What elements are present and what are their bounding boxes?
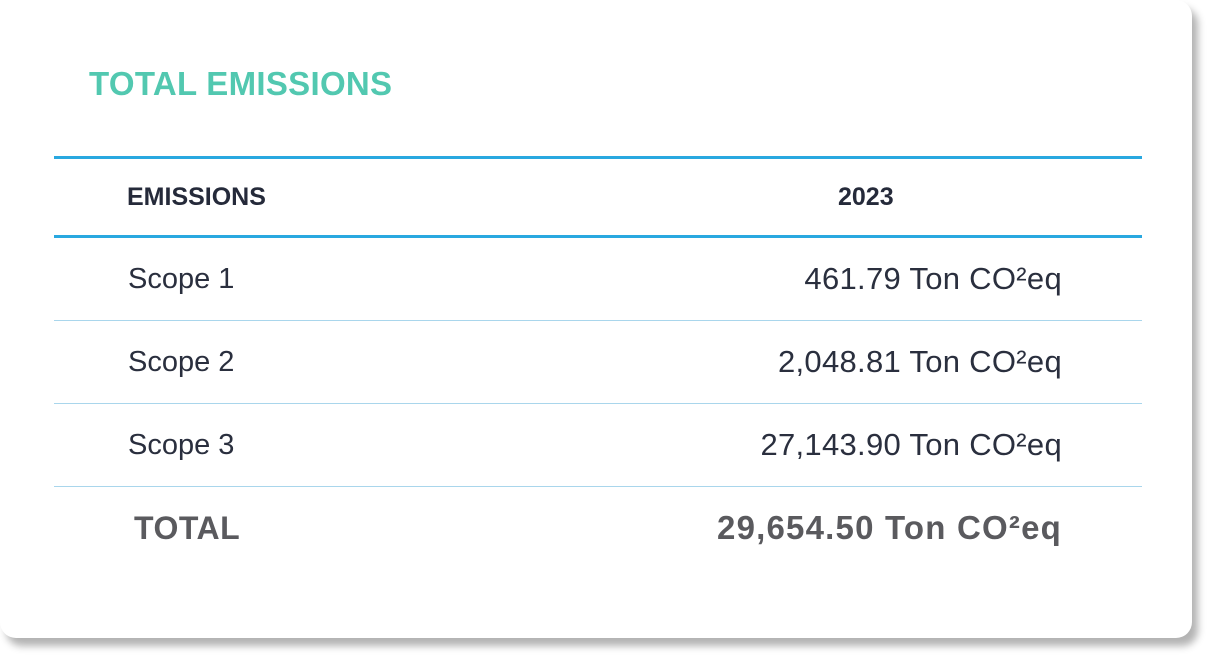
emissions-card: TOTAL EMISSIONS EMISSIONS 2023 Scope 1 4… bbox=[0, 0, 1192, 638]
table-row: Scope 3 27,143.90 Ton CO²eq bbox=[54, 404, 1142, 487]
table-row: Scope 2 2,048.81 Ton CO²eq bbox=[54, 321, 1142, 404]
column-header-year: 2023 bbox=[838, 183, 894, 211]
row-value: 461.79 Ton CO²eq bbox=[804, 261, 1062, 296]
row-label: Scope 1 bbox=[128, 263, 235, 295]
row-label: Scope 2 bbox=[128, 346, 235, 378]
total-row: TOTAL 29,654.50 Ton CO²eq bbox=[54, 487, 1142, 569]
total-label: TOTAL bbox=[134, 510, 241, 546]
row-label: Scope 3 bbox=[128, 429, 235, 461]
column-header-emissions: EMISSIONS bbox=[127, 183, 266, 211]
table-row: Scope 1 461.79 Ton CO²eq bbox=[54, 238, 1142, 321]
row-value: 27,143.90 Ton CO²eq bbox=[760, 427, 1062, 462]
total-value: 29,654.50 Ton CO²eq bbox=[717, 509, 1062, 546]
emissions-table: EMISSIONS 2023 Scope 1 461.79 Ton CO²eq … bbox=[54, 156, 1142, 569]
page-title: TOTAL EMISSIONS bbox=[89, 65, 393, 102]
table-header: EMISSIONS 2023 bbox=[54, 156, 1142, 238]
row-value: 2,048.81 Ton CO²eq bbox=[777, 344, 1062, 379]
